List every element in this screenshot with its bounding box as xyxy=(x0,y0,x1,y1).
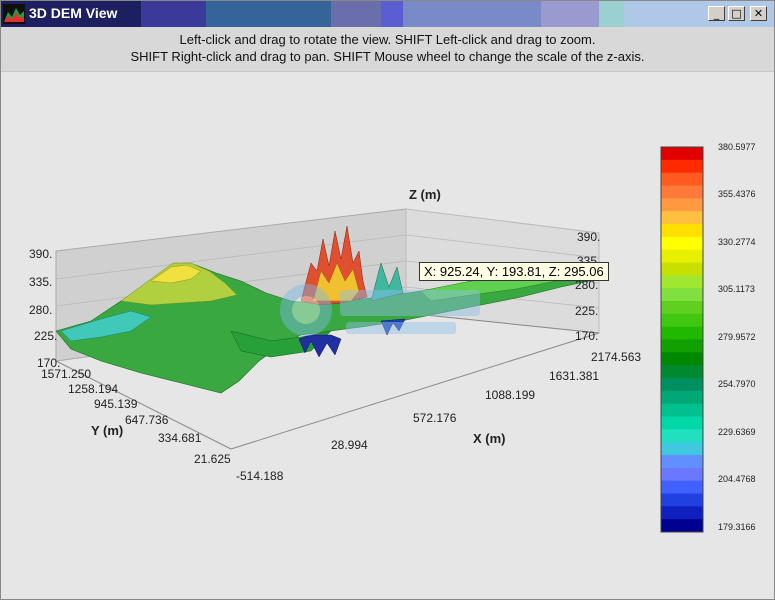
colorbar-block xyxy=(661,480,703,494)
colorbar-block xyxy=(661,185,703,199)
colorbar-block xyxy=(661,313,703,328)
colorbar-block xyxy=(661,198,703,212)
app-icon xyxy=(3,4,25,24)
colorbar-labels: 380.5977 355.4376 330.2774 305.1173 279.… xyxy=(718,142,756,532)
z-tick-right-4: 170. xyxy=(575,329,598,343)
colorbar-block xyxy=(661,365,703,379)
coordinate-tooltip: X: 925.24, Y: 193.81, Z: 295.06 xyxy=(419,262,609,281)
colorbar-block xyxy=(661,262,703,276)
x-tick-3: 1088.199 xyxy=(485,388,535,402)
colorbar-block xyxy=(661,467,703,482)
x-axis-label: X (m) xyxy=(473,431,506,446)
colorbar-block xyxy=(661,442,703,456)
colorbar-block xyxy=(661,172,703,186)
colorbar-block xyxy=(661,249,703,263)
y-tick-3: 647.736 xyxy=(125,413,169,427)
instructions-line-1: Left-click and drag to rotate the view. … xyxy=(179,32,596,47)
colorbar-block xyxy=(661,159,703,174)
colorbar-block xyxy=(661,236,703,251)
instructions-line-2: SHIFT Right-click and drag to pan. SHIFT… xyxy=(130,49,645,64)
colorbar-label-7: 204.4768 xyxy=(718,474,756,484)
dem-3d-plot[interactable]: Z (m) 390. 335. 280. 225. 170. 390. 335.… xyxy=(1,72,774,599)
z-axis-label: Z (m) xyxy=(409,187,441,202)
colorbar-label-6: 229.6369 xyxy=(718,427,756,437)
colorbar-block xyxy=(661,519,703,533)
colorbar-label-4: 279.9572 xyxy=(718,332,756,342)
colorbar-block xyxy=(661,352,703,366)
y-axis-label: Y (m) xyxy=(91,423,123,438)
maximize-button[interactable]: □ xyxy=(728,6,745,21)
z-tick-left-3: 225. xyxy=(34,329,57,343)
colorbar-block xyxy=(661,288,703,302)
colorbar-block xyxy=(661,275,703,289)
z-tick-right-3: 225. xyxy=(575,304,598,318)
colorbar-label-8: 179.3166 xyxy=(718,522,756,532)
x-tick-2: 572.176 xyxy=(413,411,457,425)
colorbar-block xyxy=(661,455,703,469)
z-tick-left-0: 390. xyxy=(29,247,52,261)
colorbar-block xyxy=(661,390,703,405)
colorbar-block xyxy=(661,147,703,161)
colorbar-block xyxy=(661,403,703,417)
x-axis-ticks: -514.188 28.994 572.176 1088.199 1631.38… xyxy=(236,350,641,483)
colorbar-label-3: 305.1173 xyxy=(718,284,755,294)
colorbar-label-1: 355.4376 xyxy=(718,189,756,199)
colorbar-block xyxy=(661,506,703,520)
instructions-panel: Left-click and drag to rotate the view. … xyxy=(1,27,774,72)
z-tick-left-1: 335. xyxy=(29,275,52,289)
x-tick-0: -514.188 xyxy=(236,469,284,483)
y-tick-4: 334.681 xyxy=(158,431,202,445)
minimize-button[interactable]: _ xyxy=(708,6,725,21)
x-tick-4: 1631.381 xyxy=(549,369,599,383)
colorbar-block xyxy=(661,339,703,353)
y-tick-2: 945.139 xyxy=(94,397,138,411)
y-tick-1: 1258.194 xyxy=(68,382,118,396)
colorbar-block xyxy=(661,429,703,443)
colorbar-block xyxy=(661,416,703,430)
colorbar-label-2: 330.2774 xyxy=(718,237,756,247)
y-tick-0: 1571.250 xyxy=(41,367,91,381)
colorbar-block xyxy=(661,378,703,392)
colorbar-block xyxy=(661,326,703,340)
z-tick-right-0: 390. xyxy=(577,230,600,244)
window-title: 3D DEM View xyxy=(29,5,118,21)
colorbar-label-0: 380.5977 xyxy=(718,142,756,152)
y-tick-5: 21.625 xyxy=(194,452,231,466)
z-tick-left-2: 280. xyxy=(29,303,52,317)
colorbar-block xyxy=(661,301,703,315)
colorbar: 380.5977 355.4376 330.2774 305.1173 279.… xyxy=(660,142,756,533)
colorbar-block xyxy=(661,211,703,225)
x-tick-5: 2174.563 xyxy=(591,350,641,364)
close-button[interactable]: ✕ xyxy=(750,6,767,21)
colorbar-block xyxy=(661,224,703,238)
colorbar-block xyxy=(661,493,703,507)
title-bar[interactable]: 3D DEM View _ □ ✕ xyxy=(1,1,774,27)
x-tick-1: 28.994 xyxy=(331,438,368,452)
dem-window: 3D DEM View _ □ ✕ Left-click and drag to… xyxy=(0,0,775,600)
dem-plot-area[interactable]: Z (m) 390. 335. 280. 225. 170. 390. 335.… xyxy=(1,72,774,599)
colorbar-label-5: 254.7970 xyxy=(718,379,756,389)
